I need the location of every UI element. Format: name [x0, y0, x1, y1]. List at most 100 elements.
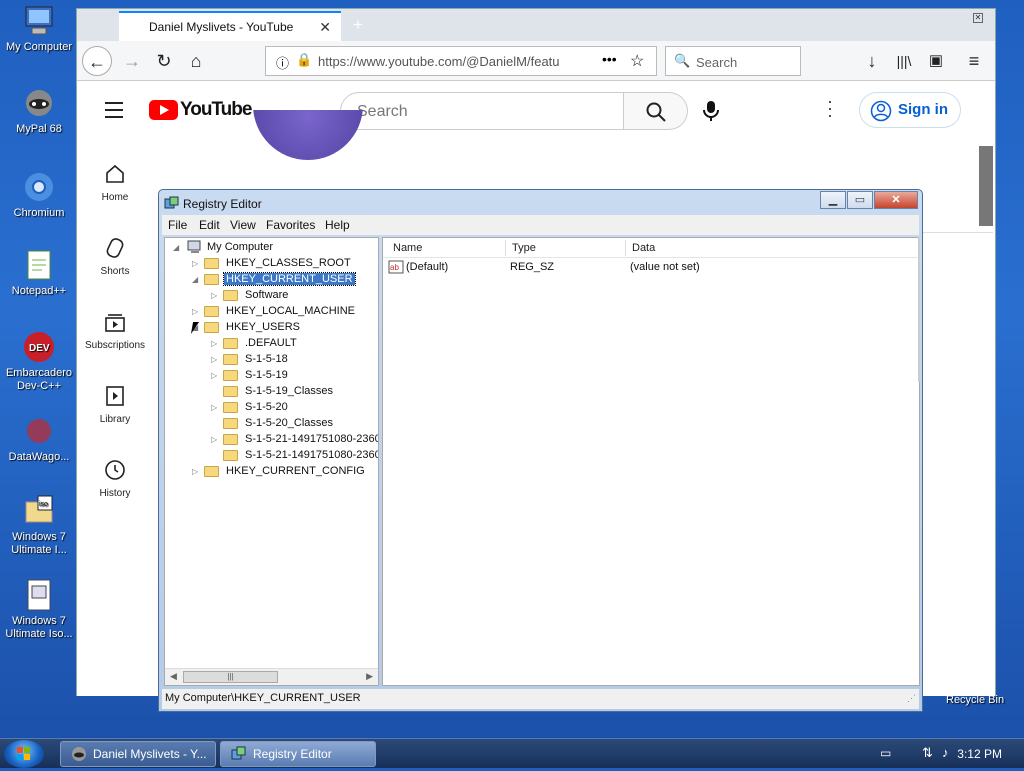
collapse-icon[interactable]: ◢: [192, 275, 200, 284]
clock[interactable]: 3:12 PM: [957, 747, 1002, 761]
menu-icon[interactable]: ≡: [959, 46, 989, 76]
tree-node-label: HKEY_CLASSES_ROOT: [226, 257, 351, 269]
devcpp-icon: DEV: [22, 330, 56, 364]
url-text: https://www.youtube.com/@DanielM/featu: [318, 54, 560, 69]
maximize-button[interactable]: ▭: [847, 191, 873, 209]
column-header-name[interactable]: Name: [393, 242, 422, 254]
page-scrollbar[interactable]: [979, 146, 993, 226]
desktop-icon-datawago[interactable]: DataWago...: [0, 414, 78, 464]
browser-search-bar[interactable]: 🔍 Search: [665, 46, 801, 76]
forward-button[interactable]: →: [117, 46, 147, 76]
tree-node-label: My Computer: [207, 241, 274, 253]
desktop-icon-notepad[interactable]: Notepad++: [0, 248, 78, 298]
window-close-icon[interactable]: ✕: [973, 13, 983, 23]
reload-button[interactable]: ↻: [149, 46, 179, 76]
column-divider[interactable]: [625, 240, 626, 256]
menu-file[interactable]: File: [168, 218, 187, 232]
expand-icon[interactable]: ▷: [192, 467, 200, 476]
bookmark-star-icon[interactable]: ☆: [630, 51, 644, 71]
sidebar-item-library[interactable]: Library: [77, 384, 153, 425]
expand-icon[interactable]: ▷: [211, 435, 219, 444]
library-icon[interactable]: |||\: [889, 46, 919, 76]
desktop-icon-label: Chromium: [13, 207, 65, 219]
desktop-icon-mypal[interactable]: MyPal 68: [0, 86, 78, 136]
taskbar-item-registry-editor[interactable]: Registry Editor: [220, 741, 376, 767]
expand-icon[interactable]: ▷: [211, 339, 219, 348]
column-header-type[interactable]: Type: [512, 242, 536, 254]
hamburger-menu-icon[interactable]: [105, 102, 123, 123]
start-button[interactable]: [4, 740, 44, 768]
window-controls: ▁ ▭ ✕: [819, 191, 918, 209]
desktop-icon-my-computer[interactable]: My Computer: [0, 4, 78, 54]
menu-help[interactable]: Help: [325, 218, 350, 232]
desktop-icon-win7-iso-2[interactable]: Windows 7 Ultimate Iso...: [0, 578, 78, 641]
expand-icon[interactable]: ▷: [192, 259, 200, 268]
back-button[interactable]: ←: [82, 46, 112, 76]
menu-edit[interactable]: Edit: [199, 218, 220, 232]
desktop-icon-devcpp[interactable]: DEV Embarcadero Dev-C++: [0, 330, 78, 393]
network-icon[interactable]: ⇅: [922, 745, 933, 761]
value-name: (Default): [406, 261, 449, 273]
desktop-icon-chromium[interactable]: Chromium: [0, 170, 78, 220]
string-value-icon: ab: [388, 260, 404, 274]
status-bar: My Computer\HKEY_CURRENT_USER ⋰: [162, 689, 919, 709]
expand-icon[interactable]: ▷: [211, 355, 219, 364]
sidebar-toggle-icon[interactable]: ▣: [921, 46, 951, 76]
new-tab-icon[interactable]: +: [353, 15, 363, 35]
close-button[interactable]: ✕: [874, 191, 918, 209]
folder-icon: [223, 370, 238, 381]
sign-in-button[interactable]: Sign in: [859, 92, 961, 128]
youtube-play-icon: [149, 100, 178, 120]
expand-icon[interactable]: ▷: [211, 403, 219, 412]
window-resize-edge: [918, 237, 920, 382]
sidebar-item-label: Library: [99, 414, 131, 425]
browser-tab[interactable]: Daniel Myslivets - YouTube ✕: [119, 11, 341, 41]
taskbar-item-browser[interactable]: Daniel Myslivets - Y...: [60, 741, 216, 767]
collapse-icon[interactable]: ◢: [173, 243, 181, 252]
menu-bar: File Edit View Favorites Help: [162, 215, 919, 235]
column-header-data[interactable]: Data: [632, 242, 655, 254]
registry-tree[interactable]: ◢ My Computer ▷ HKEY_CLASSES_ROOT ◢ HKEY…: [164, 237, 379, 686]
tree-node-label: S-1-5-18: [245, 353, 288, 365]
menu-favorites[interactable]: Favorites: [266, 218, 315, 232]
info-icon[interactable]: ⓘ: [276, 53, 289, 72]
url-bar[interactable]: ⓘ 🔒 https://www.youtube.com/@DanielM/fea…: [265, 46, 657, 76]
minimize-button[interactable]: ▁: [820, 191, 846, 209]
keyboard-icon[interactable]: ▭: [880, 746, 891, 760]
list-header: Name Type Data: [383, 238, 919, 258]
iso-file-icon: iso: [22, 494, 56, 528]
scroll-right-icon[interactable]: ▶: [366, 671, 373, 682]
scroll-left-icon[interactable]: ◀: [170, 671, 177, 682]
expand-icon[interactable]: ▷: [211, 371, 219, 380]
youtube-search-input[interactable]: Search: [340, 92, 624, 130]
tree-node-label: S-1-5-19: [245, 369, 288, 381]
volume-icon[interactable]: ♪: [942, 745, 949, 760]
youtube-search-button[interactable]: [624, 92, 688, 130]
registry-values-list[interactable]: Name Type Data ab (Default) REG_SZ (valu…: [382, 237, 920, 686]
page-actions-icon[interactable]: •••: [602, 51, 617, 67]
download-icon[interactable]: ↓: [857, 46, 887, 76]
iso-document-icon: [22, 578, 56, 612]
close-tab-icon[interactable]: ✕: [319, 19, 331, 36]
youtube-logo[interactable]: YouTube: [149, 99, 252, 121]
column-divider[interactable]: [505, 240, 506, 256]
sidebar-item-subscriptions[interactable]: Subscriptions: [77, 310, 153, 351]
resize-grip-icon[interactable]: ⋰: [907, 693, 916, 704]
sidebar-item-home[interactable]: Home: [77, 162, 153, 203]
sidebar-item-history[interactable]: History: [77, 458, 153, 499]
more-options-icon[interactable]: · · ·: [827, 92, 833, 124]
expand-icon[interactable]: ▷: [211, 291, 219, 300]
menu-view[interactable]: View: [230, 218, 256, 232]
tree-node-label: S-1-5-19_Classes: [245, 385, 334, 397]
search-placeholder: Search: [696, 55, 738, 70]
desktop-icon-win7-iso-1[interactable]: iso Windows 7 Ultimate I...: [0, 494, 78, 557]
value-row[interactable]: ab (Default) REG_SZ (value not set): [383, 260, 919, 276]
scrollbar-thumb[interactable]: |||: [183, 671, 278, 683]
sidebar-item-shorts[interactable]: Shorts: [77, 236, 153, 277]
tree-horizontal-scrollbar[interactable]: ◀ ||| ▶: [165, 668, 378, 685]
microphone-icon[interactable]: [703, 100, 719, 125]
taskbar-item-label: Registry Editor: [253, 747, 332, 761]
home-button[interactable]: ⌂: [181, 46, 211, 76]
expand-icon[interactable]: ▷: [192, 307, 200, 316]
computer-icon: [187, 240, 201, 253]
